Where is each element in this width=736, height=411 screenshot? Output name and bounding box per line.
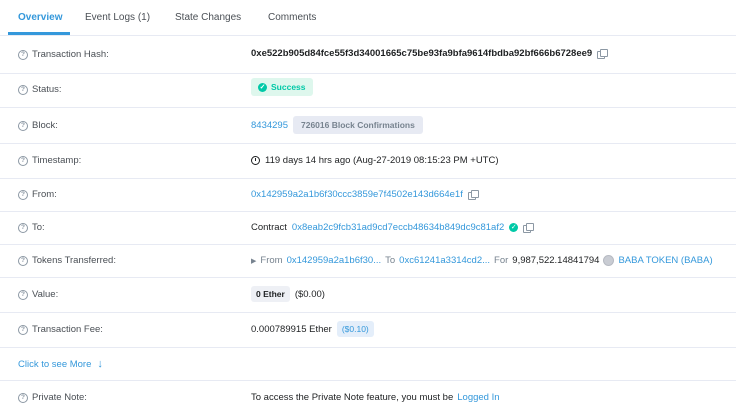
token-name-link[interactable]: BABA TOKEN (BABA) xyxy=(618,255,712,266)
timestamp-text: 119 days 14 hrs ago (Aug-27-2019 08:15:2… xyxy=(265,155,499,166)
status-text: Success xyxy=(271,82,306,92)
label-text: Tokens Transferred: xyxy=(32,255,116,266)
tab-event-logs[interactable]: Event Logs (1) xyxy=(85,0,150,35)
copy-icon[interactable] xyxy=(467,190,479,200)
label-text: To: xyxy=(32,222,45,233)
to-label: ? To: xyxy=(18,222,45,233)
to-value: Contract 0x8eab2c9fcb31ad9cd7eccb48634b8… xyxy=(251,222,535,233)
see-more-link[interactable]: Click to see More ↓ xyxy=(18,358,103,370)
row-timestamp: ? Timestamp: 119 days 14 hrs ago (Aug-27… xyxy=(0,143,736,179)
arrow-down-icon[interactable]: ↓ xyxy=(97,358,103,370)
to-contract-link[interactable]: 0x8eab2c9fcb31ad9cd7eccb48634b849dc9c81a… xyxy=(292,222,504,233)
logged-in-link[interactable]: Logged In xyxy=(457,392,499,403)
caret-right-icon: ▶ xyxy=(251,257,257,265)
row-to: ? To: Contract 0x8eab2c9fcb31ad9cd7eccb4… xyxy=(0,211,736,245)
value-usd: ($0.00) xyxy=(294,288,325,300)
contract-prefix: Contract xyxy=(251,222,287,233)
tokens-transferred-label: ? Tokens Transferred: xyxy=(18,255,116,266)
token-to-link[interactable]: 0xc61241a3314cd2... xyxy=(399,255,490,266)
see-more-text[interactable]: Click to see More xyxy=(18,359,91,370)
private-note-label: ? Private Note: xyxy=(18,392,87,403)
token-amount: 9,987,522.14841794 xyxy=(512,255,600,266)
tab-overview[interactable]: Overview xyxy=(18,0,62,35)
status-badge: ✓ Success xyxy=(251,78,313,96)
question-icon: ? xyxy=(18,289,28,300)
tab-comments[interactable]: Comments xyxy=(268,0,316,35)
token-logo-icon xyxy=(603,255,615,266)
question-icon: ? xyxy=(18,189,28,200)
question-icon: ? xyxy=(18,392,28,403)
verified-check-icon: ✓ xyxy=(509,223,519,232)
copy-icon[interactable] xyxy=(523,223,535,233)
fee-ether: 0.000789915 Ether xyxy=(251,323,332,335)
block-number-link[interactable]: 8434295 xyxy=(251,120,288,131)
private-note-value: To access the Private Note feature, you … xyxy=(251,392,500,403)
row-status: ? Status: ✓ Success xyxy=(0,73,736,108)
label-text: Status: xyxy=(32,84,62,95)
block-value: 8434295 726016 Block Confirmations xyxy=(251,116,423,134)
question-icon: ? xyxy=(18,120,28,131)
label-text: Timestamp: xyxy=(32,155,82,166)
value-value: 0 Ether ($0.00) xyxy=(251,286,325,302)
token-to-word: To xyxy=(385,255,396,266)
value-ether-badge: 0 Ether xyxy=(251,286,290,302)
status-value: ✓ Success xyxy=(251,78,313,96)
from-value: 0x142959a2a1b6f30ccc3859e7f4502e143d664e… xyxy=(251,189,479,200)
question-icon: ? xyxy=(18,84,28,95)
token-for-word: For xyxy=(494,255,509,266)
fee-usd-badge: ($0.10) xyxy=(336,321,374,337)
label-text: Value: xyxy=(32,289,59,300)
question-icon: ? xyxy=(18,222,28,233)
row-tokens-transferred: ? Tokens Transferred: ▶ From 0x142959a2a… xyxy=(0,244,736,278)
token-from-link[interactable]: 0x142959a2a1b6f30... xyxy=(287,255,382,266)
block-confirmations-badge: 726016 Block Confirmations xyxy=(292,116,423,134)
row-from: ? From: 0x142959a2a1b6f30ccc3859e7f4502e… xyxy=(0,178,736,212)
timestamp-label: ? Timestamp: xyxy=(18,155,81,166)
status-label: ? Status: xyxy=(18,84,62,95)
block-label: ? Block: xyxy=(18,120,58,131)
copy-icon[interactable] xyxy=(597,49,609,59)
transaction-fee-label: ? Transaction Fee: xyxy=(18,324,103,335)
row-transaction-fee: ? Transaction Fee: 0.000789915 Ether ($0… xyxy=(0,312,736,348)
question-icon: ? xyxy=(18,255,28,266)
question-icon: ? xyxy=(18,155,28,166)
label-text: Block: xyxy=(32,120,58,131)
active-tab-indicator xyxy=(8,32,70,35)
row-block: ? Block: 8434295 726016 Block Confirmati… xyxy=(0,107,736,144)
label-text: Transaction Fee: xyxy=(32,324,103,335)
question-icon: ? xyxy=(18,324,28,335)
private-note-text: To access the Private Note feature, you … xyxy=(251,392,454,403)
tab-bar: Overview Event Logs (1) State Changes Co… xyxy=(0,0,736,36)
transaction-hash-label: ? Transaction Hash: xyxy=(18,49,109,60)
transaction-fee-value: 0.000789915 Ether ($0.10) xyxy=(251,321,374,337)
label-text: Transaction Hash: xyxy=(32,49,109,60)
transaction-hash-text: 0xe522b905d84fce55f3d34001665c75be93fa9b… xyxy=(251,48,593,59)
token-from-word: From xyxy=(260,255,283,266)
from-address-link[interactable]: 0x142959a2a1b6f30ccc3859e7f4502e143d664e… xyxy=(251,189,463,200)
clock-icon xyxy=(251,156,260,165)
tab-state-changes[interactable]: State Changes xyxy=(175,0,241,35)
transaction-hash-value: 0xe522b905d84fce55f3d34001665c75be93fa9b… xyxy=(251,48,609,59)
from-label: ? From: xyxy=(18,189,57,200)
tokens-transferred-value: ▶ From 0x142959a2a1b6f30... To 0xc61241a… xyxy=(251,255,713,266)
check-circle-icon: ✓ xyxy=(258,82,267,92)
row-transaction-hash: ? Transaction Hash: 0xe522b905d84fce55f3… xyxy=(0,36,736,74)
label-text: From: xyxy=(32,189,57,200)
row-value: ? Value: 0 Ether ($0.00) xyxy=(0,277,736,313)
question-icon: ? xyxy=(18,49,28,60)
value-label: ? Value: xyxy=(18,289,58,300)
row-private-note: ? Private Note: To access the Private No… xyxy=(0,380,736,411)
label-text: Private Note: xyxy=(32,392,87,403)
timestamp-value: 119 days 14 hrs ago (Aug-27-2019 08:15:2… xyxy=(251,155,499,166)
